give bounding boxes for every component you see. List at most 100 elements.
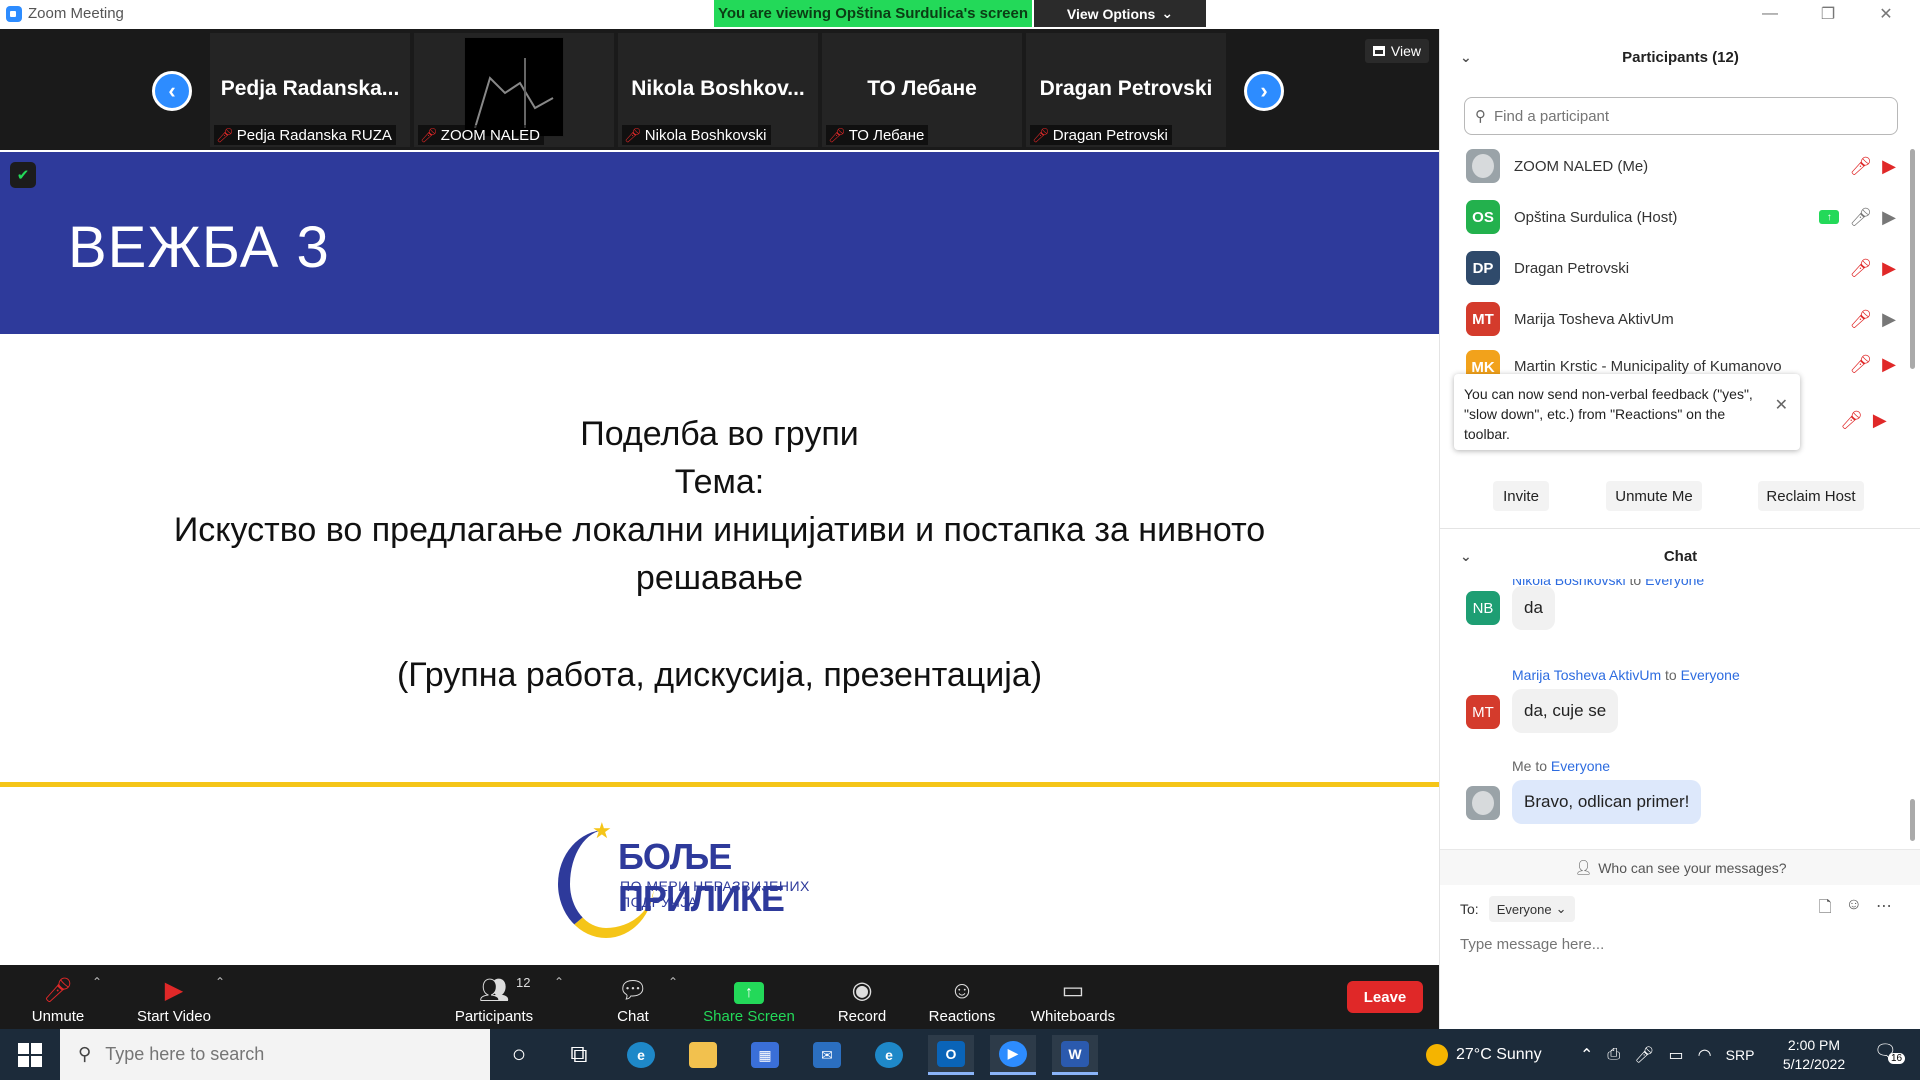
emoji-icon[interactable]: ☺ [1846, 896, 1862, 923]
reactions-smiley-icon: ☺ [949, 977, 975, 1004]
language-indicator[interactable]: SRP [1726, 1047, 1755, 1063]
more-icon[interactable]: ⋯ [1876, 896, 1892, 923]
close-icon[interactable]: ✕ [1775, 396, 1788, 416]
tile-label: 🎤︎ ZOOM NALED [418, 125, 544, 145]
video-tile[interactable]: ТО Лебане 🎤︎ ТО Лебане [822, 33, 1022, 147]
collapse-chat-icon[interactable]: ⌄ [1460, 548, 1472, 565]
store-icon[interactable]: ▦ [742, 1035, 788, 1075]
word-icon[interactable]: W [1052, 1035, 1098, 1075]
video-tile[interactable]: Dragan Petrovski 🎤︎ Dragan Petrovski [1026, 33, 1226, 147]
participant-status: ↑ 🎤︎ ▶︎ [1819, 207, 1896, 228]
zoom-taskbar-icon[interactable]: ▶ [990, 1035, 1036, 1075]
weather-widget[interactable]: 27°C Sunny [1426, 1029, 1542, 1080]
task-view-icon[interactable]: ⧉ [556, 1035, 602, 1075]
slide-line-3: Искуство во предлагање локални иницијати… [173, 511, 1266, 549]
edge-icon[interactable]: e [618, 1035, 664, 1075]
minimize-button[interactable]: — [1750, 2, 1790, 26]
to-word: to [1535, 758, 1548, 774]
sharing-screen-icon: ↑ [1819, 210, 1840, 224]
meet-now-icon[interactable]: ⎙ [1607, 1046, 1620, 1064]
chat-message-input[interactable] [1460, 929, 1900, 959]
avatar [1466, 149, 1500, 183]
view-options-button[interactable]: View Options ⌄ [1034, 0, 1206, 27]
title-bar: Zoom Meeting You are viewing Opština Sur… [0, 0, 1920, 29]
participant-row[interactable]: MK Martin Krstic - Municipality of Kuman… [1466, 350, 1896, 374]
audio-options-caret[interactable]: ⌃ [92, 975, 102, 989]
wifi-icon[interactable]: ◠ [1698, 1045, 1712, 1065]
to-word: to [1665, 667, 1677, 683]
find-participant-field[interactable]: ⚲ [1464, 97, 1898, 135]
view-button[interactable]: View [1364, 39, 1429, 63]
battery-icon[interactable]: ▭ [1669, 1045, 1684, 1065]
close-button[interactable]: ✕ [1866, 2, 1906, 26]
participant-name: Martin Krstic - Municipality of Kumanovo [1514, 358, 1782, 374]
reclaim-host-button[interactable]: Reclaim Host [1758, 481, 1864, 511]
taskbar-search[interactable]: ⚲ [60, 1029, 490, 1080]
microphone-icon[interactable]: 🎤︎ [1634, 1045, 1654, 1065]
unmute-label: Unmute [31, 1008, 85, 1025]
participant-row[interactable]: ZOOM NALED (Me) 🎤︎ ▶︎ [1466, 146, 1896, 186]
record-icon: ◉ [851, 977, 873, 1004]
avatar: OS [1466, 200, 1500, 234]
file-explorer-icon[interactable] [680, 1035, 726, 1075]
mic-off-icon: 🎤︎ [1849, 308, 1873, 329]
recipient-select[interactable]: Everyone ⌄ [1488, 896, 1575, 922]
mail-icon[interactable]: ✉ [804, 1035, 850, 1075]
outlook-icon[interactable]: O [928, 1035, 974, 1075]
notifications-icon[interactable]: 🗨︎ 16 [1874, 1041, 1906, 1067]
video-tile[interactable]: 🎤︎ ZOOM NALED [414, 33, 614, 147]
restore-button[interactable]: ❐ [1808, 2, 1848, 26]
chat-recipient-row: To: Everyone ⌄ 🗋︎ ☺ ⋯ [1460, 894, 1900, 924]
share-screen-button[interactable]: ↑ Share Screen [703, 971, 795, 1025]
mic-off-icon: 🎤︎ [828, 126, 846, 143]
chevron-up-icon[interactable]: ⌃ [1580, 1045, 1593, 1065]
mic-off-icon: 🎤︎ [1849, 257, 1873, 278]
participants-options-caret[interactable]: ⌃ [554, 975, 564, 989]
taskbar-search-input[interactable] [105, 1044, 466, 1065]
collapse-participants-icon[interactable]: ⌄ [1460, 49, 1472, 66]
view-label: View [1390, 43, 1421, 59]
find-participant-input[interactable] [1494, 107, 1874, 125]
video-tile[interactable]: Nikola Boshkov... 🎤︎ Nikola Boshkovski [618, 33, 818, 147]
start-video-button[interactable]: ▶︎ Start Video [132, 971, 216, 1026]
leave-button[interactable]: Leave [1347, 981, 1423, 1013]
whiteboards-button[interactable]: ▭ Whiteboards [1026, 971, 1120, 1026]
search-icon: ⚲ [1475, 108, 1486, 125]
participant-row[interactable]: DP Dragan Petrovski 🎤︎ ▶︎ [1466, 248, 1896, 288]
chat-scrollbar[interactable] [1910, 799, 1915, 841]
video-options-caret[interactable]: ⌃ [215, 975, 225, 989]
shield-check-icon[interactable]: ✔ [10, 162, 36, 188]
internet-explorer-icon[interactable]: e [866, 1035, 912, 1075]
cortana-icon[interactable]: ○ [496, 1035, 542, 1075]
video-strip: ‹ Pedja Radanska... 🎤︎ Pedja Radanska RUZ… [0, 29, 1439, 150]
video-off-icon: ▶︎ [1872, 410, 1887, 430]
chat-options-caret[interactable]: ⌃ [668, 975, 678, 989]
unmute-button[interactable]: 🎤︎ Unmute [28, 971, 88, 1026]
mic-off-icon: 🎤︎ [1840, 410, 1863, 430]
tile-name: Dragan Petrovski [1039, 77, 1213, 100]
video-on-icon: ▶︎ [1882, 308, 1896, 329]
sketch-image-icon [474, 58, 554, 129]
view-grid-icon [1372, 46, 1385, 56]
participants-header: ⌄ Participants (12) [1440, 42, 1920, 72]
file-icon[interactable]: 🗋︎ [1819, 896, 1832, 923]
next-page-button[interactable]: › [1244, 71, 1284, 111]
video-tile[interactable]: Pedja Radanska... 🎤︎ Pedja Radanska RUZA [210, 33, 410, 147]
slide-line-1: Поделба во групи [580, 415, 859, 453]
participant-row[interactable]: OS Opština Surdulica (Host) ↑ 🎤︎ ▶︎ [1466, 197, 1896, 237]
invite-button[interactable]: Invite [1493, 481, 1549, 511]
reactions-button[interactable]: ☺ Reactions [926, 971, 998, 1026]
taskbar-clock[interactable]: 2:00 PM 5/12/2022 [1770, 1036, 1858, 1074]
unmute-me-button[interactable]: Unmute Me [1606, 481, 1702, 511]
video-off-icon: ▶︎ [1882, 257, 1896, 278]
participants-scrollbar[interactable] [1910, 149, 1915, 369]
who-can-see-messages[interactable]: 👤︎ Who can see your messages? [1440, 849, 1920, 885]
video-off-icon: ▶︎ [1882, 354, 1896, 374]
participant-row[interactable]: MT Marija Tosheva AktivUm 🎤︎ ▶︎ [1466, 299, 1896, 339]
prev-page-button[interactable]: ‹ [152, 71, 192, 111]
system-tray: ⌃ ⎙ 🎤︎ ▭ ◠ SRP [1580, 1029, 1754, 1080]
windows-start-icon[interactable] [18, 1043, 42, 1067]
record-button[interactable]: ◉ Record [834, 971, 890, 1026]
mic-off-icon: 🎤︎ [1849, 155, 1873, 176]
chat-button[interactable]: 💬︎ Chat [612, 971, 654, 1026]
